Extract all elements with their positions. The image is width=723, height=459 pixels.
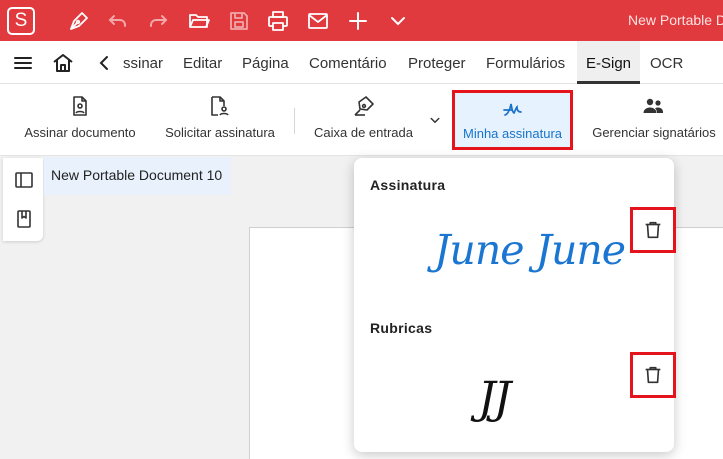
group-icon [641, 94, 665, 118]
gerenciar-signatarios-label: Gerenciar signatários [592, 125, 716, 140]
my-signature-popup: Assinatura June June Rubricas JJ [354, 158, 674, 452]
plus-icon[interactable] [346, 9, 370, 33]
menu-editar[interactable]: Editar [183, 55, 222, 72]
document-tab-label: New Portable Document 10 [51, 167, 223, 183]
folder-open-icon[interactable] [187, 9, 211, 33]
assinar-documento-label: Assinar documento [24, 125, 136, 140]
save-icon[interactable] [227, 9, 251, 33]
fountain-pen-icon [352, 94, 376, 118]
print-icon[interactable] [266, 9, 290, 33]
panel-toggle-icon[interactable] [14, 170, 34, 190]
esign-toolbar: Assinar documento Solicitar assinatura C… [0, 84, 723, 156]
delete-rubricas-button[interactable] [630, 352, 676, 398]
assinatura-signature[interactable]: June June [434, 226, 626, 274]
assinatura-section-title: Assinatura [370, 177, 446, 193]
sign-document-icon [68, 94, 92, 118]
menu-proteger[interactable]: Proteger [408, 55, 466, 72]
signature-icon [501, 97, 525, 121]
pen-icon[interactable] [67, 9, 91, 33]
gerenciar-signatarios-button[interactable]: Gerenciar signatários [586, 84, 722, 156]
menu-ocr[interactable]: OCR [650, 55, 683, 72]
document-tab[interactable]: New Portable Document 10 [44, 157, 231, 195]
left-sidebar [3, 158, 43, 241]
caixa-de-entrada-button[interactable]: Caixa de entrada [306, 84, 421, 156]
solicitar-assinatura-button[interactable]: Solicitar assinatura [160, 84, 280, 156]
assinar-documento-button[interactable]: Assinar documento [18, 84, 142, 156]
delete-assinatura-button[interactable] [630, 207, 676, 253]
toolbar-divider [294, 108, 295, 134]
title-bar: S New Portable D [0, 0, 723, 41]
window-title: New Portable D [628, 12, 723, 28]
menu-bar: ssinar Editar Página Comentário Proteger… [0, 41, 723, 84]
redo-icon[interactable] [146, 9, 170, 33]
menu-esign-label: E-Sign [586, 55, 632, 72]
caixa-de-entrada-label: Caixa de entrada [313, 125, 413, 140]
minha-assinatura-label: Minha assinatura [463, 126, 562, 141]
menu-assinar[interactable]: ssinar [123, 55, 163, 72]
solicitar-assinatura-label: Solicitar assinatura [165, 125, 275, 140]
caixa-dropdown-icon[interactable] [426, 111, 444, 129]
rubricas-signature[interactable]: JJ [478, 373, 511, 424]
undo-icon[interactable] [106, 9, 130, 33]
menu-pagina[interactable]: Página [242, 55, 289, 72]
hamburger-menu-icon[interactable] [11, 51, 35, 75]
menu-comentario[interactable]: Comentário [309, 55, 387, 72]
chevron-left-icon[interactable] [93, 51, 117, 75]
menu-formularios[interactable]: Formulários [486, 55, 565, 72]
home-icon[interactable] [51, 51, 75, 75]
rubricas-section-title: Rubricas [370, 320, 433, 336]
bookmark-icon[interactable] [14, 209, 34, 229]
app-logo: S [7, 7, 35, 35]
trash-icon [645, 366, 661, 384]
minha-assinatura-button[interactable]: Minha assinatura [452, 90, 573, 150]
menu-esign[interactable]: E-Sign [577, 41, 640, 84]
chevron-down-icon[interactable] [386, 9, 410, 33]
mail-icon[interactable] [306, 9, 330, 33]
trash-icon [645, 221, 661, 239]
request-signature-icon [207, 94, 231, 118]
